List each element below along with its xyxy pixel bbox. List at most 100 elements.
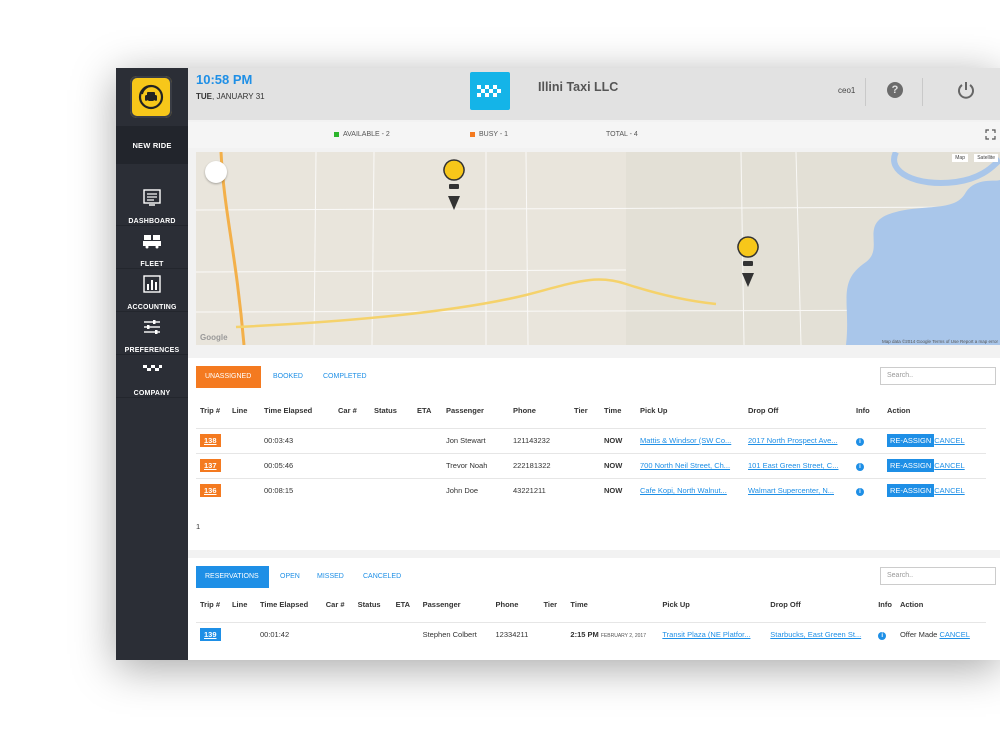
info-icon[interactable]: i	[856, 462, 864, 471]
tab-reservations[interactable]: RESERVATIONS	[196, 566, 269, 588]
trip-number-link[interactable]: 136	[200, 484, 221, 498]
header-divider	[922, 78, 923, 106]
satellite-type-button[interactable]: Satellite	[974, 154, 998, 162]
trips-panel: UNASSIGNED BOOKED COMPLETED Search.. Tri…	[188, 358, 1000, 550]
tab-open[interactable]: OPEN	[271, 566, 309, 588]
dashboard-icon	[143, 189, 161, 206]
map-pan-control[interactable]	[205, 161, 227, 183]
col-dropoff: Drop Off	[770, 600, 801, 609]
col-eta: ETA	[417, 406, 432, 415]
col-trip: Trip #	[200, 600, 221, 609]
trip-date-value: FEBRUARY 2, 2017	[600, 633, 646, 640]
reassign-button[interactable]: RE-ASSIGN	[887, 484, 935, 498]
pickup-link[interactable]: Cafe Kopi, North Walnut...	[640, 486, 727, 495]
clock-time: 10:58 PM	[196, 72, 253, 87]
sidebar-item-label: DASHBOARD	[128, 218, 176, 225]
pickup-link[interactable]: Mattis & Windsor (SW Co...	[640, 436, 731, 445]
reassign-button[interactable]: RE-ASSIGN	[887, 434, 935, 447]
map-canvas	[196, 152, 1000, 345]
fullscreen-icon[interactable]	[985, 129, 996, 140]
pagination[interactable]: 1	[196, 522, 200, 531]
reservations-table: Trip # Line Time Elapsed Car # Status ET…	[196, 600, 986, 647]
table-row: 139 00:01:42 Stephen Colbert 12334211 2:…	[196, 621, 986, 647]
dropoff-link[interactable]: Starbucks, East Green St...	[770, 630, 861, 639]
username[interactable]: ceo1	[838, 86, 855, 95]
passenger-phone: 222181322	[509, 452, 570, 478]
tab-completed[interactable]: COMPLETED	[314, 366, 376, 388]
fleet-status-bar: AVAILABLE - 2 BUSY - 1 TOTAL - 4	[188, 122, 1000, 148]
time-elapsed: 00:08:15	[260, 477, 334, 503]
available-label: AVAILABLE - 2	[343, 131, 390, 138]
new-ride-button[interactable]: NEW RIDE	[116, 126, 188, 164]
trip-number-link[interactable]: 139	[200, 628, 221, 642]
passenger-phone: 43221211	[509, 477, 570, 503]
trip-number-link[interactable]: 137	[200, 459, 221, 472]
trips-search-input[interactable]: Search..	[880, 367, 996, 385]
col-pickup: Pick Up	[640, 406, 668, 415]
table-row: 138 00:03:43 Jon Stewart 121143232 NOW M…	[196, 427, 986, 453]
cancel-link[interactable]: CANCEL	[934, 436, 964, 445]
passenger-name: Jon Stewart	[442, 427, 509, 453]
col-tier: Tier	[574, 406, 588, 415]
power-icon[interactable]	[956, 80, 976, 100]
dropoff-link[interactable]: 2017 North Prospect Ave...	[748, 436, 838, 445]
tab-booked[interactable]: BOOKED	[264, 366, 312, 388]
table-row: 137 00:05:46 Trevor Noah 222181322 NOW 7…	[196, 452, 986, 478]
tab-unassigned[interactable]: UNASSIGNED	[196, 366, 261, 388]
sidebar-item-label: ACCOUNTING	[127, 304, 177, 311]
map[interactable]: Map Satellite Google Map data ©2014 Goog…	[196, 152, 1000, 345]
table-header-row: Trip # Line Time Elapsed Car # Status ET…	[196, 600, 986, 622]
cancel-link[interactable]: CANCEL	[934, 486, 964, 495]
tab-missed[interactable]: MISSED	[308, 566, 353, 588]
busy-dot	[470, 131, 475, 137]
dropoff-link[interactable]: 101 East Green Street, C...	[748, 461, 838, 470]
sidebar-item-fleet[interactable]: FLEET	[116, 226, 188, 269]
trip-number-link[interactable]: 138	[200, 434, 221, 447]
col-tier: Tier	[543, 600, 558, 609]
pickup-link[interactable]: 700 North Neil Street, Ch...	[640, 461, 730, 470]
sidebar-item-preferences[interactable]: PREFERENCES	[116, 312, 188, 355]
sidebar-item-dashboard[interactable]: DASHBOARD	[116, 183, 188, 226]
table-header-row: Trip # Line Time Elapsed Car # Status ET…	[196, 406, 986, 428]
sidebar-item-company[interactable]: COMPANY	[116, 355, 188, 398]
col-status: Status	[374, 406, 397, 415]
info-icon[interactable]: i	[856, 437, 864, 446]
dropoff-link[interactable]: Walmart Supercenter, N...	[748, 486, 834, 495]
trips-table: Trip # Line Time Elapsed Car # Status ET…	[196, 406, 986, 503]
cancel-link[interactable]: CANCEL	[939, 630, 969, 639]
total-status: TOTAL - 4	[606, 131, 638, 138]
help-icon[interactable]: ?	[887, 82, 903, 98]
passenger-name: Stephen Colbert	[418, 621, 492, 647]
col-dropoff: Drop Off	[748, 406, 779, 415]
date-day: TUE	[196, 92, 212, 101]
reassign-button[interactable]: RE-ASSIGN	[887, 459, 935, 472]
reservations-search-input[interactable]: Search..	[880, 567, 996, 585]
taxi-logo-icon	[138, 84, 164, 110]
passenger-phone: 121143232	[509, 427, 570, 453]
col-time-elapsed: Time Elapsed	[259, 600, 309, 609]
stage: NEW RIDE DASHBOARD FLEET ACCOUNTING PREF…	[0, 0, 1000, 738]
reservations-panel: RESERVATIONS OPEN MISSED CANCELED Search…	[188, 558, 1000, 660]
header: 10:58 PM TUE, JANUARY 31 Illini Taxi LLC…	[188, 68, 1000, 120]
trip-time: NOW	[600, 452, 636, 478]
pickup-link[interactable]: Transit Plaza (NE Platfor...	[662, 630, 750, 639]
app-logo[interactable]	[130, 76, 172, 118]
preferences-icon	[144, 320, 160, 334]
info-icon[interactable]: i	[856, 487, 864, 496]
tab-canceled[interactable]: CANCELED	[354, 566, 410, 588]
map-type-button[interactable]: Map	[952, 154, 968, 162]
col-time: Time	[604, 406, 622, 415]
company-icon	[143, 365, 162, 371]
col-status: Status	[357, 600, 381, 609]
sidebar-item-label: PREFERENCES	[124, 347, 180, 354]
col-pickup: Pick Up	[662, 600, 690, 609]
available-dot	[334, 131, 339, 137]
sidebar-item-label: COMPANY	[133, 390, 171, 397]
info-icon[interactable]: i	[878, 631, 887, 640]
sidebar-item-accounting[interactable]: ACCOUNTING	[116, 269, 188, 312]
offer-status: Offer Made	[899, 630, 938, 640]
col-trip: Trip #	[200, 406, 221, 415]
map-attribution: Map data ©2014 Google Terms of Use Repor…	[881, 339, 998, 344]
cancel-link[interactable]: CANCEL	[934, 461, 964, 470]
fleet-icon	[143, 235, 161, 249]
